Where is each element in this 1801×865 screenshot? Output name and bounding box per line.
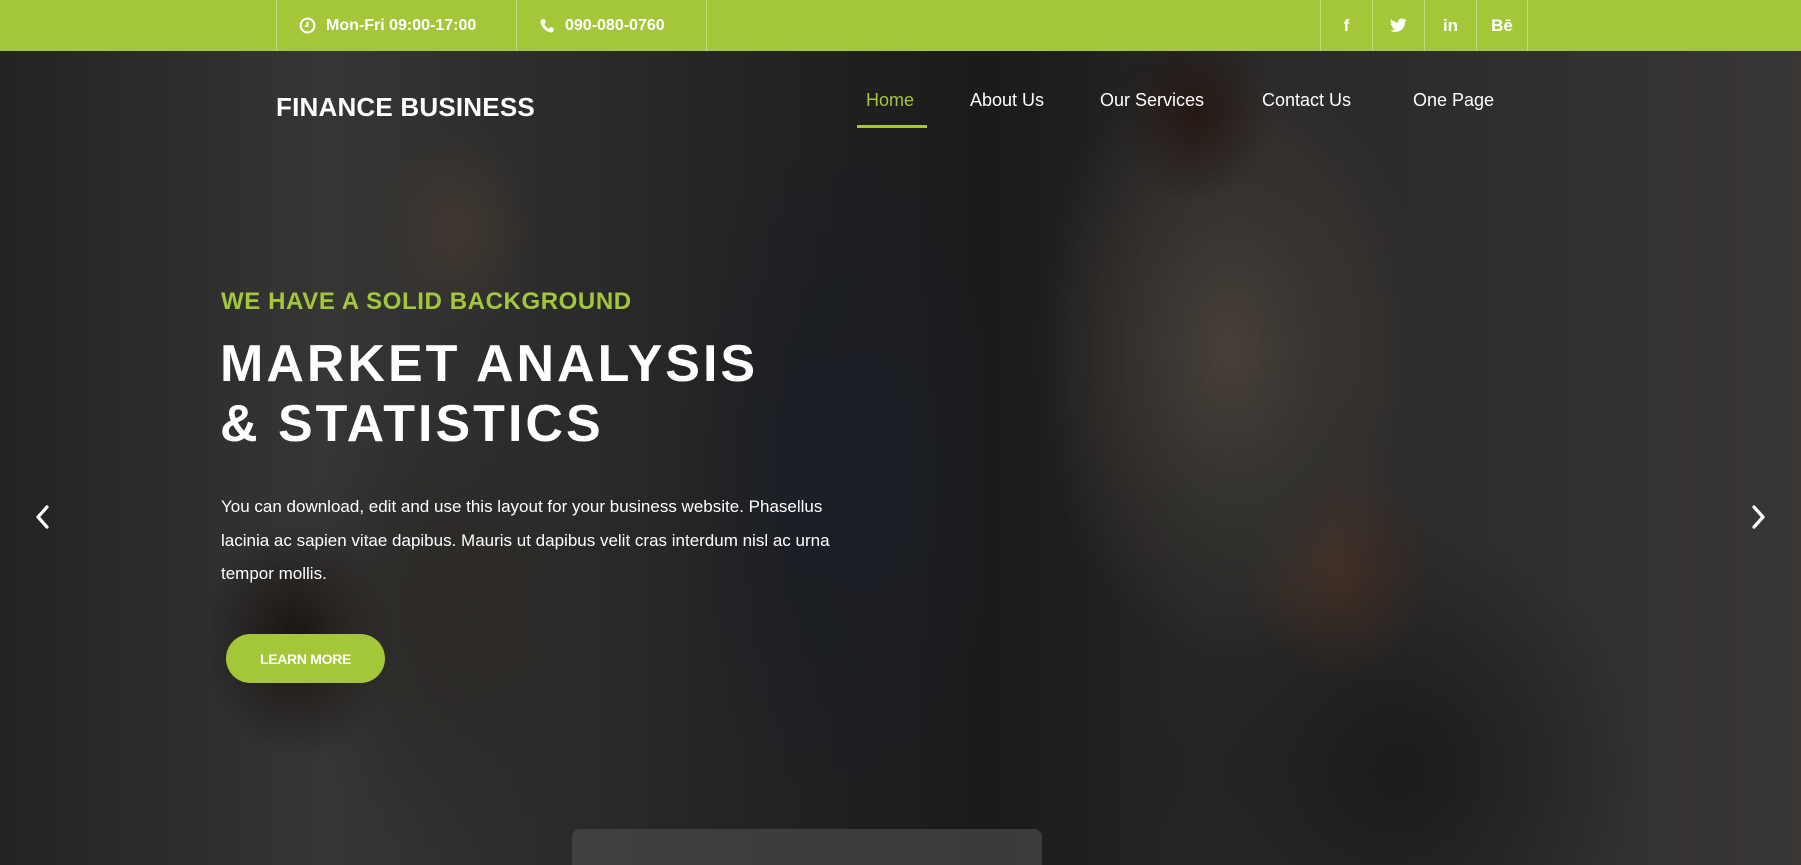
facebook-link[interactable]: f xyxy=(1320,0,1372,51)
hero-background-image xyxy=(0,51,1801,865)
hero-title-line1: MARKET ANALYSIS xyxy=(220,335,759,393)
facebook-icon: f xyxy=(1343,15,1350,35)
behance-link[interactable]: Bē xyxy=(1476,0,1528,51)
top-bar: Mon-Fri 09:00-17:00 090-080-0760 f in Bē xyxy=(0,0,1801,51)
twitter-icon xyxy=(1390,18,1407,33)
linkedin-link[interactable]: in xyxy=(1424,0,1476,51)
nav-home[interactable]: Home xyxy=(866,90,914,111)
chevron-left-icon xyxy=(36,505,49,529)
site-logo[interactable]: FINANCE BUSINESS xyxy=(276,92,535,123)
clock-icon xyxy=(299,17,316,34)
nav-about-us[interactable]: About Us xyxy=(970,90,1044,111)
hero-overlay xyxy=(0,51,1801,865)
phone-number-text: 090-080-0760 xyxy=(565,16,665,34)
nav-one-page[interactable]: One Page xyxy=(1413,90,1494,111)
hero-title-line2: & STATISTICS xyxy=(220,395,604,453)
behance-icon: Bē xyxy=(1491,15,1513,35)
twitter-link[interactable] xyxy=(1372,0,1424,51)
hero-title: MARKET ANALYSIS & STATISTICS xyxy=(220,334,758,454)
slider-prev-button[interactable] xyxy=(25,500,59,534)
phone-icon xyxy=(540,18,554,33)
business-hours-text: Mon-Fri 09:00-17:00 xyxy=(326,16,477,34)
business-hours: Mon-Fri 09:00-17:00 xyxy=(276,0,516,51)
linkedin-icon: in xyxy=(1442,15,1459,35)
nav-active-underline xyxy=(857,125,927,128)
hero-description: You can download, edit and use this layo… xyxy=(221,497,830,583)
nav-contact-us[interactable]: Contact Us xyxy=(1262,90,1351,111)
chevron-right-icon xyxy=(1752,505,1765,529)
nav-our-services[interactable]: Our Services xyxy=(1100,90,1204,111)
slider-next-button[interactable] xyxy=(1742,500,1776,534)
learn-more-button[interactable]: LEARN MORE xyxy=(226,634,385,683)
hero-eyebrow: WE HAVE A SOLID BACKGROUND xyxy=(221,288,632,315)
phone-number[interactable]: 090-080-0760 xyxy=(516,0,707,51)
